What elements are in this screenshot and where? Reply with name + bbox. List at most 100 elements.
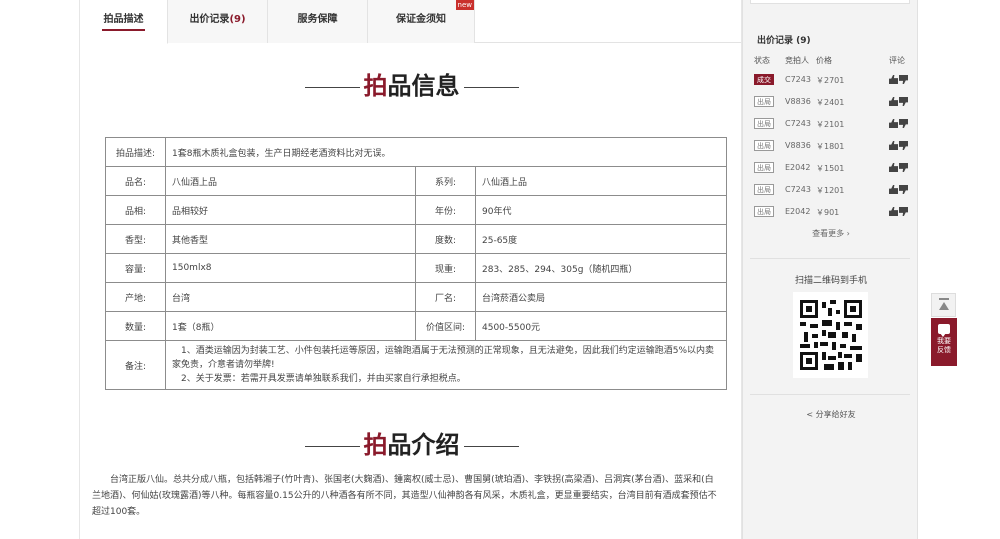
cell-label: 厂名: — [415, 282, 476, 312]
status-badge: 出局 — [754, 96, 774, 107]
cell-label: 系列: — [415, 166, 476, 196]
table-row: 数量: 1套（8瓶） 价值区间: 4500-5500元 — [105, 311, 727, 341]
cell-value: 150mlx8 — [165, 253, 416, 283]
cell-label: 度数: — [415, 224, 476, 254]
bidder-id: C7243 — [785, 75, 811, 84]
header-price: 价格 — [816, 56, 832, 65]
bid-price: ￥1801 — [816, 142, 845, 151]
cell-label: 数量: — [105, 311, 166, 341]
cell-value: 品相较好 — [165, 195, 416, 225]
divider — [463, 87, 519, 88]
thumbs-up-icon[interactable] — [889, 163, 898, 172]
bid-row: 出局 C7243 ￥1201 — [754, 183, 914, 199]
feedback-button[interactable]: 我要 反馈 — [931, 318, 957, 366]
divider — [463, 446, 519, 447]
bid-price: ￥2701 — [816, 76, 845, 85]
thumbs-up-icon[interactable] — [889, 97, 898, 106]
back-to-top-button[interactable] — [931, 293, 956, 317]
cell-value: 1套（8瓶） — [165, 311, 416, 341]
vote-buttons — [889, 97, 911, 107]
sidebar: 出价记录 (9) 状态 竞拍人 价格 评论 成交 C7243 ￥2701 出局 … — [742, 0, 918, 539]
qr-code — [793, 292, 868, 378]
table-row: 容量: 150mlx8 现重: 283、285、294、305g（随机四瓶） — [105, 253, 727, 283]
bid-row: 出局 V8836 ￥1801 — [754, 139, 914, 155]
more-bids-link[interactable]: 查看更多 › — [743, 228, 917, 239]
thumbs-up-icon[interactable] — [889, 75, 898, 84]
info-table: 拍品描述: 1套8瓶木质礼盒包装，生产日期经老酒资料比对无误。 品名: 八仙酒上… — [105, 137, 727, 390]
title-rest: 品介绍 — [387, 430, 460, 459]
tab-description[interactable]: 拍品描述 — [80, 0, 168, 44]
desc-label: 拍品描述: — [105, 137, 166, 167]
main-content: 拍品描述 出价记录(9) 服务保障 保证金须知 new 拍品信息 拍品描述: 1套… — [79, 0, 742, 539]
tab-service[interactable]: 服务保障 — [268, 0, 368, 43]
title-rest: 品信息 — [387, 71, 460, 100]
vote-buttons — [889, 185, 911, 195]
table-row: 品相: 品相较好 年份: 90年代 — [105, 195, 727, 225]
cell-label: 现重: — [415, 253, 476, 283]
tab-bar: 拍品描述 出价记录(9) 服务保障 保证金须知 new — [80, 0, 741, 44]
divider — [750, 394, 910, 395]
note-value: 1、酒类运输因为封装工艺、小件包装托运等原因，运输跑酒属于无法预测的正常现象，且… — [165, 340, 727, 390]
table-row: 香型: 其他香型 度数: 25-65度 — [105, 224, 727, 254]
cell-label: 价值区间: — [415, 311, 476, 341]
bid-row: 成交 C7243 ￥2701 — [754, 73, 914, 89]
bid-row: 出局 C7243 ￥2101 — [754, 117, 914, 133]
tab-label: 服务保障 — [297, 14, 338, 25]
cell-label: 容量: — [105, 253, 166, 283]
cell-value: 283、285、294、305g（随机四瓶） — [475, 253, 727, 283]
feedback-label: 我要 反馈 — [937, 337, 951, 354]
cell-value: 八仙酒上品 — [475, 166, 727, 196]
share-label: 分享给好友 — [815, 410, 856, 419]
thumbs-down-icon[interactable] — [899, 141, 908, 150]
section-title-intro: 拍品介绍 — [80, 425, 741, 460]
thumbs-down-icon[interactable] — [899, 185, 908, 194]
thumbs-down-icon[interactable] — [899, 207, 908, 216]
tab-label: 保证金须知 — [396, 14, 446, 25]
thumbs-up-icon[interactable] — [889, 207, 898, 216]
bid-row: 出局 E2042 ￥901 — [754, 205, 914, 221]
tab-label: 出价记录 — [189, 14, 230, 25]
bid-price: ￥2101 — [816, 120, 845, 129]
status-badge: 出局 — [754, 118, 774, 129]
new-badge: new — [455, 0, 474, 10]
status-badge: 出局 — [754, 162, 774, 173]
title-first-char: 拍 — [363, 71, 388, 100]
cell-value: 4500-5500元 — [475, 311, 727, 341]
divider — [304, 87, 360, 88]
bid-row: 出局 E2042 ￥1501 — [754, 161, 914, 177]
tab-deposit[interactable]: 保证金须知 new — [368, 0, 475, 43]
qr-title: 扫描二维码到手机 — [794, 276, 867, 286]
vote-buttons — [889, 119, 911, 129]
cell-label: 香型: — [105, 224, 166, 254]
thumbs-down-icon[interactable] — [899, 97, 908, 106]
bidder-id: E2042 — [785, 207, 811, 216]
tab-label: 拍品描述 — [103, 14, 144, 25]
bid-price: ￥1501 — [816, 164, 845, 173]
desc-value: 1套8瓶木质礼盒包装，生产日期经老酒资料比对无误。 — [165, 137, 727, 167]
bids-title: 出价记录 (9) — [757, 36, 811, 46]
status-badge: 出局 — [754, 140, 774, 151]
cell-value: 台湾菸酒公卖局 — [475, 282, 727, 312]
tab-bid-records[interactable]: 出价记录(9) — [168, 0, 268, 43]
qr-code-image — [800, 300, 862, 370]
bid-price: ￥2401 — [816, 98, 845, 107]
bid-price: ￥901 — [816, 208, 840, 217]
share-icon: < — [806, 410, 814, 419]
share-button[interactable]: < 分享给好友 — [743, 409, 917, 420]
thumbs-down-icon[interactable] — [899, 119, 908, 128]
thumbs-down-icon[interactable] — [899, 75, 908, 84]
bidder-id: V8836 — [785, 97, 811, 106]
thumbs-down-icon[interactable] — [899, 163, 908, 172]
sidebar-top-panel — [750, 0, 910, 4]
divider — [750, 258, 910, 259]
header-bidder: 竞拍人 — [785, 56, 809, 65]
bidder-id: V8836 — [785, 141, 811, 150]
thumbs-up-icon[interactable] — [889, 141, 898, 150]
bidder-id: C7243 — [785, 185, 811, 194]
bid-row: 出局 V8836 ￥2401 — [754, 95, 914, 111]
bid-count: (9) — [229, 14, 246, 25]
divider — [304, 446, 360, 447]
note-line: 2、关于发票：若需开具发票请单独联系我们，并由买家自行承担税点。 — [181, 374, 466, 384]
thumbs-up-icon[interactable] — [889, 185, 898, 194]
thumbs-up-icon[interactable] — [889, 119, 898, 128]
